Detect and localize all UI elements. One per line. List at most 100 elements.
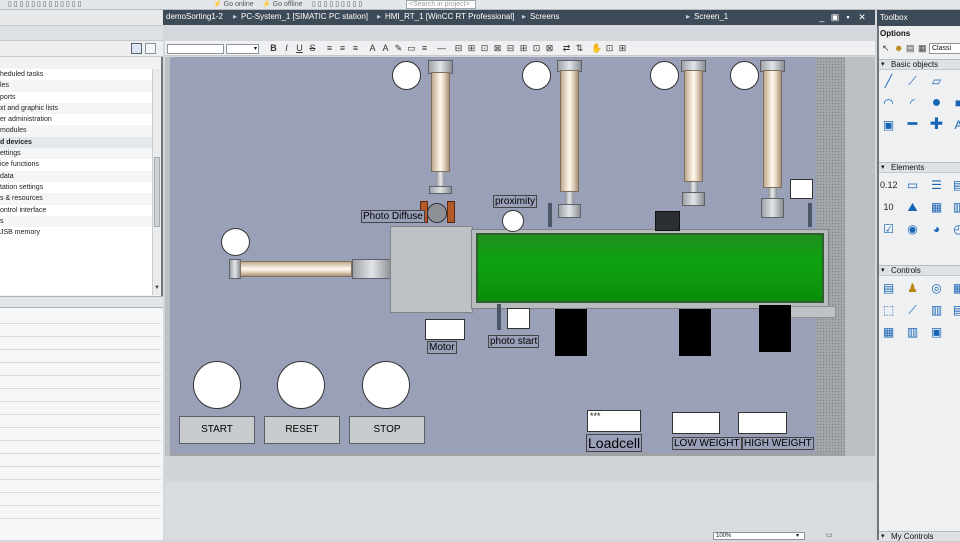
printer-job-icon[interactable]: ▦ xyxy=(950,280,960,296)
format-toolbar-icon[interactable]: I xyxy=(281,43,292,54)
recipe-view-icon[interactable]: ▥ xyxy=(904,324,921,340)
close-icon[interactable]: ✕ xyxy=(857,11,867,23)
toolbar-icons[interactable]: ▯ ▯ ▯ ▯ ▯ ▯ ▯ ▯ ▯ ▯ ▯ ▯ ▯ xyxy=(8,0,81,8)
tree-item[interactable]: les xyxy=(0,80,152,92)
tree-item[interactable]: ettings xyxy=(0,148,152,160)
sorting-station[interactable] xyxy=(390,226,473,313)
tree-item[interactable]: ontrol interface xyxy=(0,205,152,216)
line-icon[interactable]: ╱ xyxy=(880,73,897,89)
symbolic-io-icon[interactable]: ☰ xyxy=(928,177,945,193)
format-toolbar-icon[interactable]: ✋ xyxy=(591,43,602,54)
font-size-select[interactable]: ▾ xyxy=(226,44,259,54)
tree-item[interactable]: er administration xyxy=(0,114,152,125)
zoom-chevron-icon[interactable]: ▾ xyxy=(796,532,799,539)
format-toolbar-icon[interactable]: ⊟ xyxy=(453,43,464,54)
gauge-icon[interactable]: ◕ xyxy=(928,221,945,237)
bar-icon[interactable]: ▦ xyxy=(928,199,945,215)
format-toolbar-icon[interactable]: ≡ xyxy=(350,43,361,54)
zoom-fit-icon[interactable]: ▭ xyxy=(826,531,833,539)
format-toolbar-icon[interactable]: ⊡ xyxy=(531,43,542,54)
tree-item[interactable]: d devices xyxy=(0,136,152,149)
breadcrumb-item[interactable]: Screens xyxy=(530,12,559,21)
minimize-icon[interactable]: _ xyxy=(817,11,827,23)
io-field-right[interactable] xyxy=(790,179,813,199)
conveyor-belt[interactable] xyxy=(476,233,824,303)
cross-icon[interactable]: ✚ xyxy=(928,117,945,133)
format-toolbar-icon[interactable]: B xyxy=(268,43,279,54)
search-input[interactable]: <Search in project> xyxy=(406,0,476,9)
table-view-icon[interactable]: ▥ xyxy=(928,302,945,318)
pane-divider[interactable] xyxy=(0,296,163,308)
format-toolbar-icon[interactable]: ⊞ xyxy=(466,43,477,54)
rectangle-icon[interactable]: ■ xyxy=(950,95,960,111)
view-mode-select[interactable]: Classi xyxy=(929,43,960,54)
tree-item[interactable]: modules xyxy=(0,125,152,137)
motor-io-field[interactable] xyxy=(425,319,465,340)
tree-item[interactable]: s xyxy=(0,215,152,228)
font-family-select[interactable] xyxy=(167,44,224,54)
circle-icon[interactable]: ● xyxy=(928,95,945,111)
date-time-icon[interactable]: 10 xyxy=(880,199,897,215)
list-view-icon[interactable] xyxy=(145,43,156,54)
cylinder-1-body[interactable] xyxy=(431,72,450,172)
format-toolbar-icon[interactable]: — xyxy=(436,43,447,54)
format-toolbar-icon[interactable]: U xyxy=(294,43,305,54)
format-toolbar-icon[interactable]: ▭ xyxy=(406,43,417,54)
button-icon[interactable]: ▭ xyxy=(904,177,921,193)
tree-item[interactable]: s & resources xyxy=(0,193,152,205)
tree-item[interactable]: data xyxy=(0,170,152,182)
format-toolbar-icon[interactable]: ⇅ xyxy=(574,43,585,54)
pointer-icon[interactable]: ↖ xyxy=(882,43,890,54)
indicator-circle-1[interactable] xyxy=(392,61,421,90)
scroll-thumb[interactable] xyxy=(154,157,160,227)
breadcrumb-item[interactable]: PC-System_1 [SIMATIC PC station] xyxy=(241,12,368,21)
filter-icon[interactable]: ▤ xyxy=(906,43,915,54)
format-toolbar-icon[interactable]: ⊞ xyxy=(617,43,628,54)
circle-arc-icon[interactable]: ◜ xyxy=(904,95,921,111)
graphic-view-icon[interactable]: ▣ xyxy=(880,117,897,133)
my-controls-header[interactable]: ▾ My Controls xyxy=(879,531,960,542)
basic-objects-header[interactable]: ▾ Basic objects xyxy=(879,59,960,70)
value-table-icon[interactable]: ▤ xyxy=(950,302,960,318)
grid-view-icon[interactable] xyxy=(131,43,142,54)
reset-lamp[interactable] xyxy=(277,361,325,409)
photo-start-io-field[interactable] xyxy=(507,308,530,329)
controls-header[interactable]: ▾ Controls xyxy=(879,265,960,276)
format-toolbar-icon[interactable]: ⊡ xyxy=(479,43,490,54)
stop-button[interactable]: STOP xyxy=(349,416,425,444)
ellipse-arc-icon[interactable]: ◠ xyxy=(880,95,897,111)
go-online-button[interactable]: ⚡ Go online xyxy=(213,0,254,8)
pusher-cylinder-body[interactable] xyxy=(240,261,352,277)
trend-view-icon[interactable]: ⬚ xyxy=(880,302,897,318)
grid-icon[interactable]: ▦ xyxy=(918,43,927,54)
tree-scrollbar[interactable]: ▼ xyxy=(152,69,161,295)
screen-window-icon[interactable]: ▤ xyxy=(880,280,897,296)
loadcell-value-field[interactable]: *** xyxy=(587,410,641,432)
format-toolbar-icon[interactable]: ⇄ xyxy=(561,43,572,54)
tree-item[interactable]: tation settings xyxy=(0,182,152,193)
tree-item[interactable]: xt and graphic lists xyxy=(0,102,152,115)
format-toolbar-icon[interactable]: ≡ xyxy=(419,43,430,54)
indicator-circle-2[interactable] xyxy=(522,61,551,90)
indicator-circle-3[interactable] xyxy=(650,61,679,90)
io-field-icon[interactable]: 0.12 xyxy=(880,177,898,193)
breadcrumb-item[interactable]: HMI_RT_1 [WinCC RT Professional] xyxy=(385,12,514,21)
elements-header[interactable]: ▾ Elements xyxy=(879,162,960,173)
text-field-icon[interactable]: A xyxy=(950,117,960,133)
start-button[interactable]: START xyxy=(179,416,255,444)
format-toolbar-icon[interactable]: S xyxy=(307,43,318,54)
format-toolbar-icon[interactable]: A xyxy=(380,43,391,54)
graphic-io-icon[interactable]: ▤ xyxy=(950,177,960,193)
tree-item[interactable]: ports xyxy=(0,92,152,103)
breadcrumb-item[interactable]: Screen_1 xyxy=(694,12,728,21)
reset-button[interactable]: RESET xyxy=(264,416,340,444)
connector-icon[interactable]: ━ xyxy=(904,117,921,133)
option-button-icon[interactable]: ◉ xyxy=(904,221,921,237)
tree-item[interactable]: ice functions xyxy=(0,159,152,170)
restore-icon[interactable]: ▣ xyxy=(830,11,840,23)
polygon-icon[interactable]: ▱ xyxy=(928,73,945,89)
tree-item[interactable]: JSB memory xyxy=(0,227,152,238)
toolbar-icons-2[interactable]: ▯ ▯ ▯ ▯ ▯ ▯ ▯ ▯ ▯ xyxy=(312,0,362,8)
high-weight-field[interactable] xyxy=(738,412,787,434)
format-toolbar-icon[interactable]: ⊟ xyxy=(505,43,516,54)
